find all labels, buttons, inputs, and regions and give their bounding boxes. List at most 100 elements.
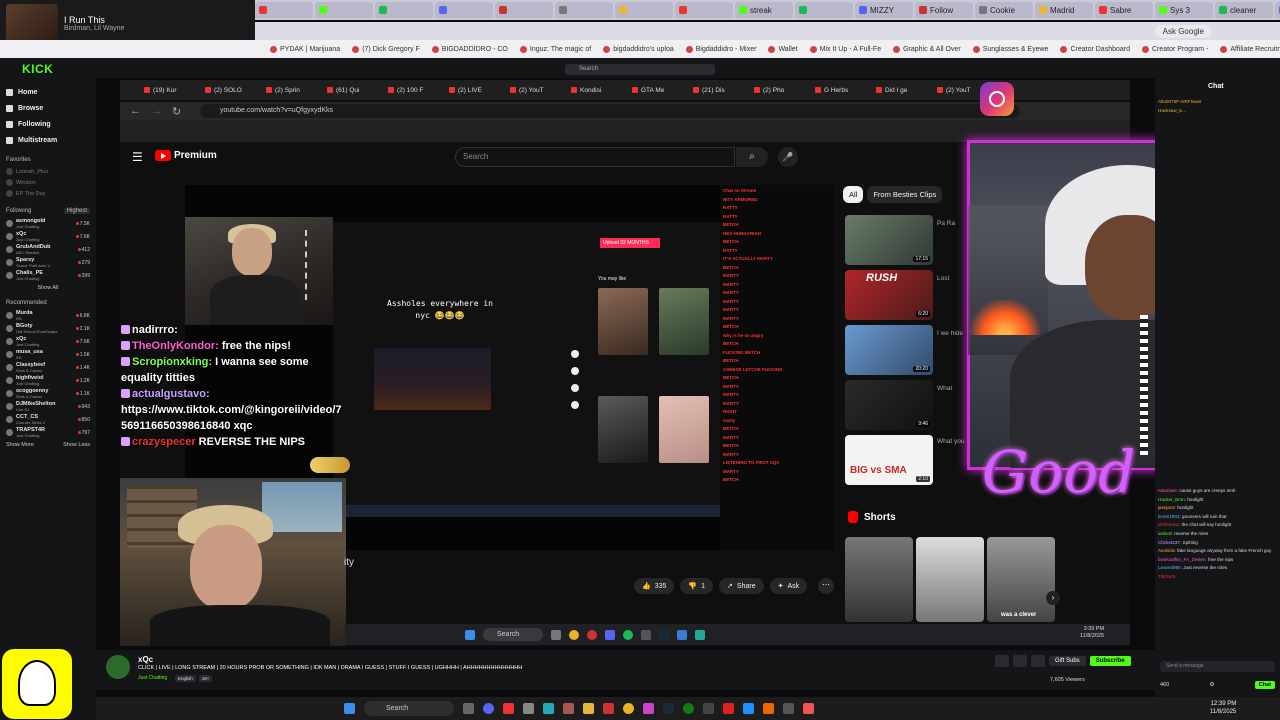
browser-tab[interactable] xyxy=(435,2,493,18)
bookmark-item[interactable]: PYDAK | Marijuana xyxy=(270,45,340,53)
nav-item-home[interactable]: Home xyxy=(6,84,90,100)
bookmark-item[interactable]: Graphic & All Over xyxy=(893,45,961,53)
browser-tab[interactable] xyxy=(675,2,733,18)
channel-item[interactable]: xQc Just Chatting 7.6K xyxy=(6,230,90,243)
forward-icon[interactable]: → xyxy=(151,105,162,117)
chat-username[interactable]: bowscalfrio_FA_Zeisen: xyxy=(1158,557,1207,562)
share-icon[interactable] xyxy=(570,401,579,409)
channel-item[interactable]: highfiveiol Just Chatting 1.2K xyxy=(6,374,90,387)
youtube-search-input[interactable]: Search xyxy=(455,147,735,167)
spotify-icon[interactable] xyxy=(623,629,633,640)
inner-tab[interactable]: G Herbs xyxy=(815,87,873,94)
rec-thumb[interactable]: 9:46 xyxy=(845,380,933,430)
bell-icon[interactable] xyxy=(1013,655,1027,667)
discord-icon[interactable] xyxy=(483,703,494,714)
more-options-icon[interactable]: ⋯ xyxy=(818,578,834,594)
inner-tab[interactable]: GTA Me xyxy=(632,87,690,94)
app-icon[interactable] xyxy=(677,629,687,640)
app-icon[interactable] xyxy=(587,629,597,640)
suggested-thumb[interactable] xyxy=(659,396,709,463)
reload-icon[interactable]: ↻ xyxy=(172,105,181,118)
browser-tab[interactable]: cleaner xyxy=(1215,2,1273,18)
share-button[interactable]: ↗ Share xyxy=(719,578,764,594)
favorite-item[interactable]: EP The Day xyxy=(6,188,90,199)
browser-tab[interactable]: Cookie xyxy=(975,2,1033,18)
nav-item-multistream[interactable]: Multistream xyxy=(6,132,90,148)
tiktok-upload-button[interactable]: Upload 32 MONTHS xyxy=(600,238,660,248)
youtube-logo[interactable]: Premium xyxy=(155,150,217,161)
bookmark-item[interactable]: bigdaddidro's uploa xyxy=(603,45,674,53)
app-icon[interactable] xyxy=(743,703,754,714)
channel-item[interactable]: Chalis_PE Just Chatting 299 xyxy=(6,269,90,282)
following-sort-select[interactable]: Highest xyxy=(63,208,90,214)
browser-tab[interactable] xyxy=(315,2,373,18)
browser-tab[interactable]: Follow xyxy=(915,2,973,18)
suggested-thumb[interactable] xyxy=(598,396,648,463)
inner-url-field[interactable]: youtube.com/watch?v=uQfgyxydKks xyxy=(200,104,1020,118)
channel-item[interactable]: asmongold Just Chatting 7.5K xyxy=(6,217,90,230)
short-thumb[interactable] xyxy=(845,537,913,622)
inner-tab[interactable]: (19) Kur xyxy=(144,87,202,94)
inner-tab[interactable]: (2) YouT xyxy=(510,87,568,94)
tag[interactable]: 18+ xyxy=(198,675,213,682)
inner-tab[interactable]: (2) Sprin xyxy=(266,87,324,94)
show-more-button[interactable]: Show More xyxy=(6,442,34,448)
app-icon[interactable] xyxy=(605,629,615,640)
channel-item[interactable]: DJMikeShelton Live DJ 943 xyxy=(6,400,90,413)
app-icon[interactable] xyxy=(703,703,714,714)
dislike-button[interactable]: 👎 1 xyxy=(680,578,714,594)
channel-item[interactable]: xQc Just Chatting 7.6K xyxy=(6,335,90,348)
chat-username[interactable]: xRebound: xyxy=(1158,522,1180,527)
kick-logo[interactable]: KICK xyxy=(22,62,53,76)
channel-item[interactable]: CCT_CS Counter-Strike 2 850 xyxy=(6,413,90,426)
rec-thumb[interactable]: 2:10 xyxy=(845,435,933,485)
windows-start-icon[interactable] xyxy=(465,629,475,640)
streamer-avatar[interactable] xyxy=(106,655,130,679)
inner-tab[interactable]: (61) Qui xyxy=(327,87,385,94)
app-icon[interactable] xyxy=(783,703,794,714)
inner-tab[interactable]: (2) 100 F xyxy=(388,87,446,94)
suggested-thumb[interactable] xyxy=(659,288,709,355)
tag[interactable]: English xyxy=(175,675,196,682)
chat-input[interactable]: Send a message xyxy=(1160,661,1275,672)
back-icon[interactable]: ← xyxy=(130,105,141,117)
app-icon[interactable] xyxy=(723,703,734,714)
inner-tab[interactable]: (2) Pho xyxy=(754,87,812,94)
app-icon[interactable] xyxy=(763,703,774,714)
show-less-button[interactable]: Show Less xyxy=(63,442,90,448)
kick-search-input[interactable]: Search xyxy=(565,64,715,75)
chat-username[interactable]: Chcket237: xyxy=(1158,540,1181,545)
taskbar-search[interactable]: Search xyxy=(364,701,454,716)
short-thumb[interactable] xyxy=(987,537,1055,622)
ask-button[interactable]: ✦ Ask xyxy=(769,578,808,594)
chat-username[interactable]: Hacker_Bron: xyxy=(1158,497,1186,502)
channel-item[interactable]: GrubAndDub ASC Raiders 412 xyxy=(6,243,90,256)
tiktok-video-frame[interactable] xyxy=(374,348,491,410)
channel-item[interactable]: Sparxy Grand Theft Auto V 279 xyxy=(6,256,90,269)
star-icon[interactable] xyxy=(995,655,1009,667)
chat-username[interactable]: notoriuss: xyxy=(1158,488,1178,493)
windows-start-icon[interactable] xyxy=(344,703,355,714)
browser-tab[interactable]: Madrid xyxy=(1035,2,1093,18)
chat-username[interactable]: Avoloria: xyxy=(1158,548,1176,553)
bookmark-item[interactable]: Sunglasses & Eyewe xyxy=(972,45,1048,53)
browser-tab[interactable]: temp xyxy=(1275,2,1280,18)
task-view-icon[interactable] xyxy=(463,703,474,714)
app-icon[interactable] xyxy=(643,703,654,714)
short-thumb[interactable] xyxy=(916,537,984,622)
channel-item[interactable]: Murda IRL 6.8K xyxy=(6,309,90,322)
bookmark-item[interactable]: Wallet xyxy=(768,45,798,53)
channel-item[interactable]: BGoty Old School RuneScape 2.1K xyxy=(6,322,90,335)
inner-tab[interactable]: (2) SOLO xyxy=(205,87,263,94)
chat-send-button[interactable]: Chat xyxy=(1254,681,1275,689)
chip-all[interactable]: All xyxy=(843,186,864,203)
comment-icon[interactable] xyxy=(570,367,579,375)
rec-thumb[interactable]: 17:15 xyxy=(845,215,933,265)
folder-icon[interactable] xyxy=(583,703,594,714)
favorite-item[interactable]: Loonah_Plus xyxy=(6,166,90,177)
app-icon[interactable] xyxy=(551,629,561,640)
browser-tab[interactable] xyxy=(375,2,433,18)
app-icon[interactable] xyxy=(503,703,514,714)
stream-category[interactable]: Just Chatting xyxy=(138,675,167,681)
bookmark-item[interactable]: Bigdaddidro - Mixer xyxy=(685,45,756,53)
